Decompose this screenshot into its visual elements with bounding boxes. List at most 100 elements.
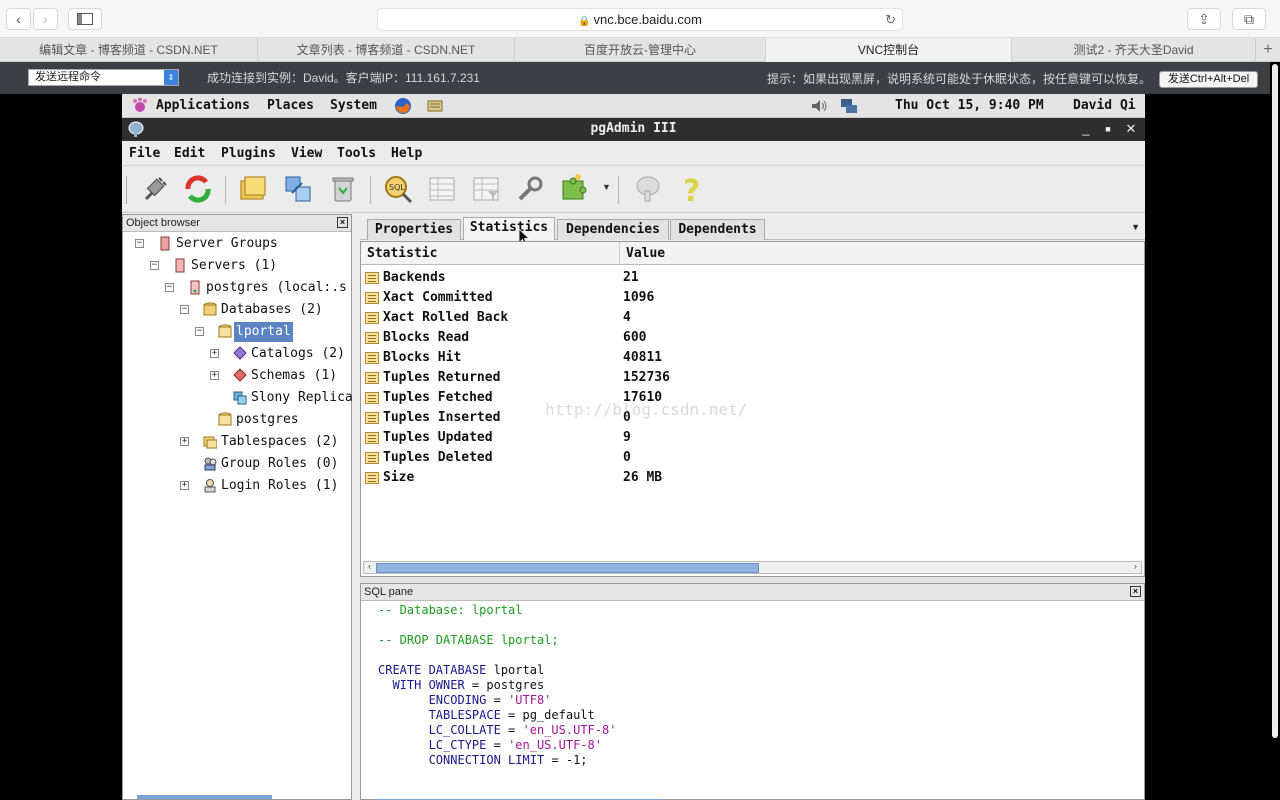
volume-icon[interactable] xyxy=(810,97,828,115)
browser-tab[interactable]: 编辑文章 - 博客频道 - CSDN.NET xyxy=(0,38,258,62)
menu-tools[interactable]: Tools xyxy=(337,146,376,161)
view-data-icon[interactable] xyxy=(426,173,458,205)
tree-node-postgres-server[interactable]: − postgres (local:.s xyxy=(123,278,351,298)
tree-node-login-roles[interactable]: + Login Roles (1) xyxy=(123,476,351,496)
reload-icon[interactable]: ↻ xyxy=(885,9,896,31)
share-button[interactable]: ⇪ xyxy=(1187,8,1221,30)
close-window-button[interactable]: ✕ xyxy=(1122,120,1140,138)
statistic-value: 600 xyxy=(623,330,647,345)
column-divider[interactable] xyxy=(619,242,620,265)
menu-help[interactable]: Help xyxy=(391,146,422,161)
statistics-row[interactable]: Tuples Updated 9 xyxy=(361,428,1144,448)
statistics-row[interactable]: Xact Committed 1096 xyxy=(361,288,1144,308)
statistics-row[interactable]: Backends 21 xyxy=(361,268,1144,288)
tree-node-postgres-db[interactable]: postgres xyxy=(123,410,351,430)
tree-node-databases[interactable]: − Databases (2) xyxy=(123,300,351,320)
scrollbar-thumb[interactable] xyxy=(376,563,759,573)
back-button[interactable]: ‹ xyxy=(6,8,31,30)
tab-dependencies[interactable]: Dependencies xyxy=(557,219,669,240)
maintenance-wrench-icon[interactable] xyxy=(514,173,546,205)
horizontal-scrollbar[interactable] xyxy=(137,795,272,799)
maximize-button[interactable]: ■ xyxy=(1099,120,1117,138)
sql-query-icon[interactable]: SQL xyxy=(382,173,414,205)
applications-menu[interactable]: Applications xyxy=(156,98,250,113)
plugins-puzzle-icon[interactable] xyxy=(558,173,590,205)
places-menu[interactable]: Places xyxy=(267,98,314,113)
drop-object-icon[interactable] xyxy=(282,173,314,205)
column-value[interactable]: Value xyxy=(626,246,665,261)
collapse-icon[interactable]: − xyxy=(135,239,144,248)
statistics-row[interactable]: Blocks Read 600 xyxy=(361,328,1144,348)
menu-plugins[interactable]: Plugins xyxy=(221,146,276,161)
trash-icon[interactable] xyxy=(327,173,359,205)
window-titlebar[interactable]: pgAdmin III _ ■ ✕ xyxy=(122,118,1145,141)
column-statistic[interactable]: Statistic xyxy=(367,246,437,261)
scroll-right-icon[interactable]: › xyxy=(1130,561,1141,571)
statistic-name: Blocks Hit xyxy=(383,350,462,365)
new-tab-button[interactable]: + xyxy=(1256,38,1280,62)
remote-command-select[interactable]: 发送远程命令 ⇕ xyxy=(28,69,179,86)
connect-plug-icon[interactable] xyxy=(138,173,170,205)
browser-tab[interactable]: 测试2 - 齐天大圣David xyxy=(1012,38,1256,62)
sidebar-toggle-button[interactable] xyxy=(68,8,102,30)
tree-node-group-roles[interactable]: Group Roles (0) xyxy=(123,454,351,474)
tree-node-server-groups[interactable]: − Server Groups xyxy=(123,234,351,254)
tree-node-lportal[interactable]: − lportal xyxy=(123,322,351,342)
scroll-left-icon[interactable]: ‹ xyxy=(364,561,375,571)
horizontal-scrollbar[interactable]: ‹ › xyxy=(363,561,1142,574)
expand-icon[interactable]: + xyxy=(180,481,189,490)
collapse-icon[interactable]: − xyxy=(195,327,204,336)
expand-icon[interactable]: + xyxy=(180,437,189,446)
tab-list-dropdown-icon[interactable]: ▼ xyxy=(1131,222,1140,232)
refresh-icon[interactable] xyxy=(182,173,214,205)
collapse-icon[interactable]: − xyxy=(165,283,174,292)
address-bar[interactable]: 🔒 vnc.bce.baidu.com ↻ xyxy=(377,8,903,31)
create-object-icon[interactable] xyxy=(237,173,269,205)
forward-button[interactable]: › xyxy=(33,8,58,30)
help-icon[interactable]: ? xyxy=(676,173,708,205)
sql-code[interactable]: -- Database: lportal -- DROP DATABASE lp… xyxy=(378,603,616,768)
menu-view[interactable]: View xyxy=(291,146,322,161)
expand-icon[interactable]: + xyxy=(210,371,219,380)
statistics-row[interactable]: Tuples Fetched 17610 xyxy=(361,388,1144,408)
tree-node-catalogs[interactable]: + Catalogs (2) xyxy=(123,344,351,364)
send-ctrl-alt-del-button[interactable]: 发送Ctrl+Alt+Del xyxy=(1159,71,1258,88)
statistics-row[interactable]: Tuples Returned 152736 xyxy=(361,368,1144,388)
browser-tab-active[interactable]: VNC控制台 xyxy=(766,38,1012,62)
network-icon[interactable] xyxy=(840,97,858,115)
tab-properties[interactable]: Properties xyxy=(367,219,461,240)
menu-file[interactable]: File xyxy=(129,146,160,161)
minimize-button[interactable]: _ xyxy=(1077,120,1095,138)
browser-tab[interactable]: 百度开放云-管理中心 xyxy=(515,38,766,62)
notes-icon[interactable] xyxy=(426,97,444,115)
tree-node-tablespaces[interactable]: + Tablespaces (2) xyxy=(123,432,351,452)
scrollbar-thumb[interactable] xyxy=(1272,64,1278,738)
expand-icon[interactable]: + xyxy=(210,349,219,358)
statistics-row[interactable]: Tuples Deleted 0 xyxy=(361,448,1144,468)
close-pane-icon[interactable]: × xyxy=(1130,586,1141,597)
menu-edit[interactable]: Edit xyxy=(174,146,205,161)
panel-clock[interactable]: Thu Oct 15, 9:40 PM xyxy=(895,98,1044,113)
close-pane-icon[interactable]: × xyxy=(337,217,348,228)
page-vertical-scrollbar[interactable] xyxy=(1270,62,1280,800)
statistics-row[interactable]: Size 26 MB xyxy=(361,468,1144,488)
tree-node-schemas[interactable]: + Schemas (1) xyxy=(123,366,351,386)
statistics-row[interactable]: Tuples Inserted 0 xyxy=(361,408,1144,428)
collapse-icon[interactable]: − xyxy=(150,261,159,270)
tree-node-slony[interactable]: Slony Replica xyxy=(123,388,353,408)
tab-statistics[interactable]: Statistics xyxy=(463,217,555,240)
plugins-dropdown-icon[interactable]: ▼ xyxy=(602,182,611,192)
collapse-icon[interactable]: − xyxy=(180,305,189,314)
panel-user[interactable]: David Qi xyxy=(1073,98,1136,113)
firefox-icon[interactable] xyxy=(394,97,412,115)
system-menu[interactable]: System xyxy=(330,98,377,113)
hint-elephant-icon[interactable] xyxy=(632,173,664,205)
view-filtered-data-icon[interactable] xyxy=(470,173,502,205)
tab-dependents[interactable]: Dependents xyxy=(670,219,765,240)
show-tabs-button[interactable]: ⧉ xyxy=(1232,8,1266,30)
statistics-row[interactable]: Blocks Hit 40811 xyxy=(361,348,1144,368)
browser-tab[interactable]: 文章列表 - 博客频道 - CSDN.NET xyxy=(258,38,515,62)
tree-node-servers[interactable]: − Servers (1) xyxy=(123,256,351,276)
statistics-row[interactable]: Xact Rolled Back 4 xyxy=(361,308,1144,328)
gnome-foot-icon[interactable] xyxy=(131,97,149,115)
